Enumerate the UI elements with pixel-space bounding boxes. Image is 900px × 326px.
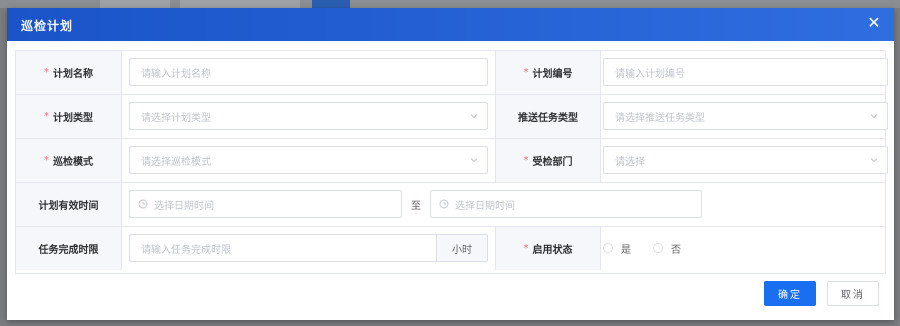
end-datetime-placeholder: 选择日期时间: [455, 200, 515, 212]
background-tab: [100, 0, 170, 8]
inspection-mode-label: * 巡检模式: [16, 139, 122, 182]
radio-label: 否: [671, 244, 681, 256]
label-text: 计划类型: [53, 113, 93, 124]
plan-code-input[interactable]: 请输入计划编号: [603, 58, 888, 86]
label-text: 启用状态: [532, 245, 573, 256]
label-text: 推送任务类型: [518, 113, 578, 124]
plan-type-label: * 计划类型: [16, 95, 122, 138]
dialog-header: 巡检计划 ✕: [7, 8, 894, 41]
hours-unit-suffix: 小时: [436, 235, 487, 261]
dialog-title: 巡检计划: [21, 19, 74, 33]
start-datetime-placeholder: 选择日期时间: [154, 200, 214, 212]
chevron-down-icon: [469, 155, 479, 165]
inspection-mode-placeholder: 请选择巡检模式: [141, 156, 211, 168]
radio-option-no[interactable]: 否: [653, 241, 681, 256]
plan-code-label: * 计划编号: [495, 51, 601, 94]
clock-icon: [138, 199, 148, 209]
label-text: 计划名称: [53, 69, 93, 80]
enable-status-radio-group: 是 否: [603, 234, 703, 262]
background-tab: [180, 0, 300, 8]
cancel-button[interactable]: 取消: [827, 281, 879, 306]
push-task-type-select[interactable]: 请选择推送任务类型: [603, 102, 888, 130]
radio-circle[interactable]: [603, 243, 613, 253]
background-app-strip: [0, 0, 900, 8]
background-tab-active: [312, 0, 350, 8]
inspected-dept-select[interactable]: 请选择: [603, 146, 888, 174]
plan-form: * 计划名称 请输入计划名称 * 计划编号 请输入计划编号 * 计划类型 请选择…: [15, 50, 888, 274]
label-text: 巡检模式: [53, 157, 93, 168]
valid-time-label: 计划有效时间: [16, 183, 122, 226]
end-datetime-picker[interactable]: 选择日期时间: [430, 190, 702, 218]
required-mark: *: [523, 155, 529, 166]
task-deadline-input[interactable]: 请输入任务完成时限 小时: [129, 234, 488, 262]
plan-name-input[interactable]: 请输入计划名称: [129, 58, 488, 86]
push-task-type-label: 推送任务类型: [495, 95, 601, 138]
label-text: 受检部门: [532, 157, 573, 168]
required-mark: *: [523, 67, 529, 78]
required-mark: *: [44, 155, 49, 166]
form-row: * 巡检模式 请选择巡检模式 * 受检部门 请选择: [16, 139, 888, 183]
enable-status-label: * 启用状态: [495, 227, 601, 270]
push-task-type-placeholder: 请选择推送任务类型: [615, 112, 705, 124]
plan-name-label: * 计划名称: [16, 51, 122, 94]
task-deadline-placeholder: 请输入任务完成时限: [141, 244, 231, 256]
chevron-down-icon: [469, 111, 479, 121]
inspection-mode-select[interactable]: 请选择巡检模式: [129, 146, 488, 174]
label-text: 计划编号: [532, 69, 573, 80]
plan-code-placeholder: 请输入计划编号: [615, 68, 685, 80]
close-icon[interactable]: ✕: [866, 15, 882, 31]
range-separator: 至: [411, 200, 421, 212]
radio-option-yes[interactable]: 是: [603, 241, 631, 256]
form-row: * 计划类型 请选择计划类型 推送任务类型 请选择推送任务类型: [16, 95, 888, 139]
form-row: 任务完成时限 请输入任务完成时限 小时 * 启用状态 是 否: [16, 227, 885, 271]
chevron-down-icon: [869, 111, 879, 121]
plan-type-placeholder: 请选择计划类型: [141, 112, 211, 124]
form-row: 计划有效时间 选择日期时间 至 选择日期时间: [16, 183, 885, 227]
plan-name-placeholder: 请输入计划名称: [141, 68, 211, 80]
required-mark: *: [44, 111, 49, 122]
inspected-dept-label: * 受检部门: [495, 139, 601, 182]
required-mark: *: [523, 243, 529, 254]
form-row: * 计划名称 请输入计划名称 * 计划编号 请输入计划编号: [16, 51, 888, 95]
label-text: 任务完成时限: [38, 245, 99, 256]
chevron-down-icon: [869, 155, 879, 165]
start-datetime-picker[interactable]: 选择日期时间: [129, 190, 402, 218]
inspection-plan-dialog: 巡检计划 ✕ * 计划名称 请输入计划名称 * 计划编号 请输入计划编号 * 计…: [7, 8, 894, 320]
task-deadline-label: 任务完成时限: [16, 227, 122, 270]
label-text: 计划有效时间: [38, 201, 99, 212]
radio-label: 是: [621, 244, 631, 256]
clock-icon: [439, 199, 449, 209]
inspected-dept-placeholder: 请选择: [615, 156, 645, 168]
confirm-button[interactable]: 确定: [764, 281, 816, 306]
plan-type-select[interactable]: 请选择计划类型: [129, 102, 488, 130]
required-mark: *: [44, 67, 49, 78]
radio-circle[interactable]: [653, 243, 663, 253]
